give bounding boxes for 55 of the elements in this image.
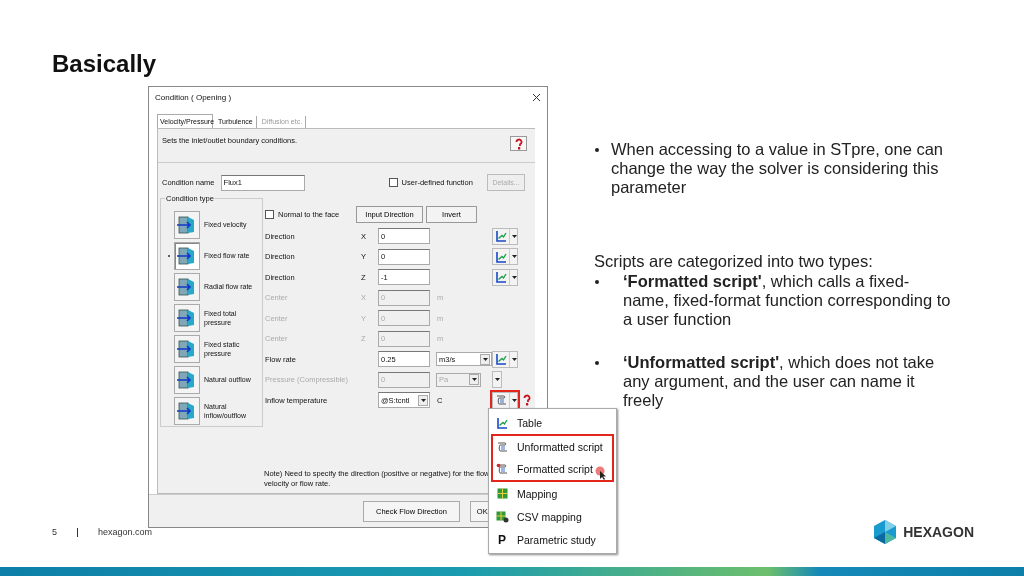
- scroll-icon: [495, 394, 507, 407]
- script-button[interactable]: [492, 391, 518, 409]
- condition-type-button[interactable]: [174, 334, 200, 363]
- checkbox[interactable]: [388, 178, 398, 187]
- condition-type-button[interactable]: [174, 303, 200, 332]
- caret-icon: [512, 398, 517, 402]
- grid-icon: [495, 510, 509, 523]
- caret-icon: [420, 398, 426, 402]
- menu-item[interactable]: Table: [489, 411, 616, 434]
- help-icon: [514, 137, 523, 150]
- menu-item[interactable]: P Parametric study: [489, 528, 616, 551]
- bullet-text: When accessing to a value in STpre, one can change the way the solver is considering this parameter: [611, 140, 945, 197]
- condition-type-button[interactable]: [174, 396, 200, 425]
- cursor-icon: [594, 466, 607, 480]
- caret-icon: [512, 234, 517, 238]
- grid-icon: [496, 488, 508, 499]
- caret-icon: [471, 378, 477, 382]
- condition-type-button[interactable]: [174, 272, 200, 301]
- close-icon[interactable]: [532, 92, 541, 102]
- scroll-icon: [496, 463, 508, 475]
- caret-icon: [482, 357, 488, 361]
- scroll-icon: [496, 441, 508, 453]
- page-number: 5: [52, 527, 57, 537]
- condition-type-button[interactable]: [174, 241, 200, 270]
- bullet-text: ‘Unformatted script', which does not take any argument, and the user can name it freely: [623, 353, 936, 410]
- chart-icon: [495, 271, 507, 284]
- table-button[interactable]: [492, 350, 518, 368]
- bullet-text: ‘Formatted script', which calls a fixed-name, fixed-format function corresponding to a user function: [623, 272, 952, 329]
- chart-icon: [495, 353, 507, 366]
- chart-icon: [495, 230, 507, 243]
- caret-icon: [512, 275, 517, 279]
- menu-item[interactable]: Unformatted script: [493, 436, 612, 458]
- bullet-icon: [595, 280, 599, 284]
- caret-icon: [512, 357, 517, 361]
- chart-icon: [496, 416, 508, 429]
- help-button[interactable]: [510, 136, 527, 151]
- condition-type-button[interactable]: [174, 365, 200, 394]
- help-icon: [523, 394, 531, 407]
- paragraph-text: Scripts are categorized into two types:: [594, 252, 874, 271]
- slide-title: Basically: [52, 50, 158, 78]
- condition-type-button[interactable]: [174, 210, 200, 239]
- caret-icon: [494, 378, 500, 382]
- bullet-icon: [595, 361, 599, 365]
- logo-text: HEXAGON: [903, 524, 974, 540]
- checkbox[interactable]: [265, 209, 274, 219]
- caret-icon: [512, 255, 517, 259]
- menu-item[interactable]: Formatted script: [493, 458, 612, 480]
- bullet-icon: [595, 148, 599, 152]
- table-button[interactable]: [492, 268, 518, 286]
- table-button[interactable]: [492, 248, 518, 266]
- menu-glyph: P: [498, 532, 506, 547]
- window-title: Condition ( Opening ): [155, 92, 232, 102]
- table-button[interactable]: [492, 227, 518, 245]
- chart-icon: [495, 250, 507, 263]
- logo-icon: [873, 519, 898, 545]
